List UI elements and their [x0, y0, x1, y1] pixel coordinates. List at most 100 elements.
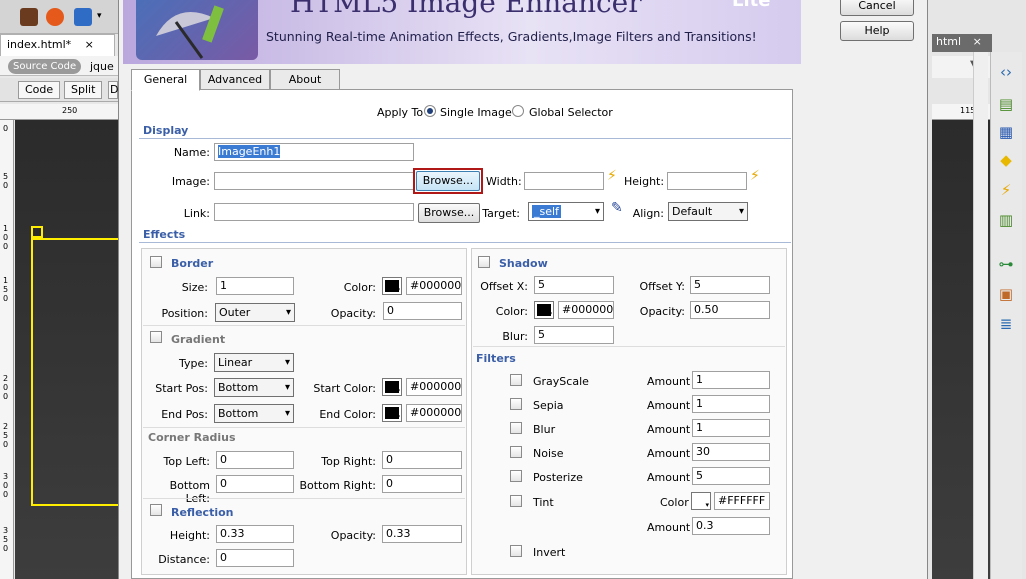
app-icon[interactable] — [20, 8, 38, 26]
sepia-amount-input[interactable]: 1 — [692, 395, 770, 413]
border-size-input[interactable]: 1 — [216, 277, 294, 295]
shadow-opacity-input[interactable]: 0.50 — [690, 301, 770, 319]
shadow-color-input[interactable]: #000000 — [558, 301, 614, 319]
selection-handle[interactable] — [31, 226, 43, 238]
design-view-button[interactable]: D — [108, 81, 118, 99]
shadow-color-swatch[interactable]: ▾ — [534, 301, 554, 319]
source-code-button[interactable]: Source Code — [8, 59, 82, 74]
border-color-input[interactable]: #000000 — [406, 277, 462, 295]
offset-x-input[interactable]: 5 — [534, 276, 614, 294]
split-view-button[interactable]: Split — [64, 81, 103, 99]
noise-amount-input[interactable]: 30 — [692, 443, 770, 461]
border-checkbox[interactable] — [150, 256, 162, 268]
tag-inspector-icon[interactable]: ≣ — [996, 314, 1016, 334]
cancel-button[interactable]: Cancel — [840, 0, 914, 16]
assets-icon[interactable]: ◆ — [996, 150, 1016, 170]
invert-checkbox[interactable] — [510, 545, 522, 557]
border-color-swatch[interactable]: ▾ — [382, 277, 402, 295]
tint-amount-input[interactable]: 0.3 — [692, 517, 770, 535]
tint-color-input[interactable]: #FFFFFF — [714, 492, 770, 510]
pin-icon[interactable]: ✎ — [611, 200, 623, 216]
noise-label: Noise — [533, 447, 564, 460]
gradient-type-label: Type: — [179, 357, 208, 370]
blur-checkbox[interactable] — [510, 422, 522, 434]
tab-about[interactable]: About — [270, 69, 340, 90]
close-icon[interactable]: × — [973, 35, 982, 48]
reflection-distance-input[interactable]: 0 — [216, 549, 294, 567]
code-view-button[interactable]: Code — [18, 81, 61, 99]
image-path-input[interactable] — [214, 172, 414, 190]
help-button[interactable]: Help — [840, 21, 914, 41]
top-right-input[interactable]: 0 — [382, 451, 462, 469]
selected-image-outline[interactable] — [31, 238, 118, 506]
width-input[interactable] — [524, 172, 604, 190]
align-select[interactable]: Default — [668, 202, 748, 221]
target-select[interactable]: _self — [528, 202, 604, 221]
briefcase-icon[interactable]: ▣ — [996, 284, 1016, 304]
browser-icon[interactable] — [46, 8, 64, 26]
dom-icon[interactable]: ▦ — [996, 122, 1016, 142]
close-icon[interactable]: × — [85, 38, 94, 51]
posterize-checkbox[interactable] — [510, 470, 522, 482]
sepia-checkbox[interactable] — [510, 398, 522, 410]
global-selector-radio[interactable] — [512, 105, 524, 117]
link-input[interactable] — [214, 203, 414, 221]
document-tab[interactable]: index.html* × — [0, 34, 115, 56]
link-browse-button[interactable]: Browse... — [418, 203, 480, 223]
document-tab-right[interactable]: html × — [932, 34, 992, 52]
tab-general[interactable]: General — [131, 69, 200, 91]
border-opacity-label: Opacity: — [330, 307, 376, 320]
offset-y-input[interactable]: 5 — [690, 276, 770, 294]
shadow-checkbox[interactable] — [478, 256, 490, 268]
end-color-input[interactable]: #000000 — [406, 404, 462, 422]
end-color-swatch[interactable]: ▾ — [382, 404, 402, 422]
start-color-input[interactable]: #000000 — [406, 378, 462, 396]
border-position-select[interactable]: Outer — [215, 303, 295, 322]
tint-checkbox[interactable] — [510, 495, 522, 507]
reflection-checkbox[interactable] — [150, 504, 162, 516]
bottom-right-input[interactable]: 0 — [382, 475, 462, 493]
extensions-icon[interactable]: ▥ — [996, 210, 1016, 230]
reflection-title: Reflection — [171, 506, 234, 519]
noise-checkbox[interactable] — [510, 446, 522, 458]
bottom-left-input[interactable]: 0 — [216, 475, 294, 493]
reflection-opacity-label: Opacity: — [330, 529, 376, 542]
filters-title: Filters — [476, 352, 516, 365]
sitemap-icon[interactable]: ⊶ — [996, 254, 1016, 274]
top-left-input[interactable]: 0 — [216, 451, 294, 469]
posterize-amount-input[interactable]: 5 — [692, 467, 770, 485]
name-input[interactable]: ImageEnh1 — [214, 143, 414, 161]
reflection-height-input[interactable]: 0.33 — [216, 525, 294, 543]
related-file-jquery[interactable]: jque — [90, 60, 114, 73]
end-pos-select[interactable]: Bottom — [214, 404, 294, 423]
grayscale-amount-input[interactable]: 1 — [692, 371, 770, 389]
lightning-icon[interactable]: ⚡ — [607, 168, 617, 184]
shadow-blur-input[interactable]: 5 — [534, 326, 614, 344]
reflection-opacity-input[interactable]: 0.33 — [382, 525, 462, 543]
single-image-radio[interactable] — [424, 105, 436, 117]
section-divider — [139, 138, 791, 139]
umbrella-logo-graphic — [156, 5, 224, 59]
snippets-icon[interactable]: ▤ — [996, 94, 1016, 114]
behaviors-icon[interactable]: ⚡ — [996, 180, 1016, 200]
top-right-label: Top Right: — [321, 455, 376, 468]
border-opacity-input[interactable]: 0 — [383, 302, 462, 320]
chevron-down-icon[interactable]: ▾ — [97, 11, 102, 21]
blur-amount-input[interactable]: 1 — [692, 419, 770, 437]
grayscale-checkbox[interactable] — [510, 374, 522, 386]
apply-to-label: Apply To — [377, 106, 424, 119]
vertical-scrollbar[interactable] — [973, 52, 988, 579]
tint-color-swatch[interactable]: ▾ — [691, 492, 711, 510]
layout-icon[interactable] — [74, 8, 92, 26]
tint-label: Tint — [533, 496, 554, 509]
gradient-checkbox[interactable] — [150, 331, 162, 343]
start-color-swatch[interactable]: ▾ — [382, 378, 402, 396]
tab-advanced[interactable]: Advanced — [200, 69, 270, 90]
height-input[interactable] — [667, 172, 747, 190]
gradient-type-select[interactable]: Linear — [214, 353, 294, 372]
image-browse-button[interactable]: Browse... — [416, 171, 480, 191]
lightning-icon[interactable]: ⚡ — [750, 168, 760, 184]
start-pos-select[interactable]: Bottom — [214, 378, 294, 397]
code-insert-icon[interactable]: ‹› — [996, 62, 1016, 82]
gradient-title: Gradient — [171, 333, 226, 346]
